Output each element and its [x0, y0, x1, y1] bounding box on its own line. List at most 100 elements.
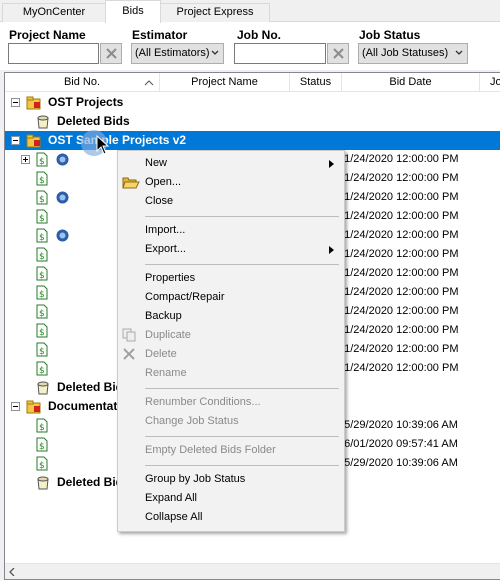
menu-label: Delete — [145, 348, 177, 360]
menu-item-change-job-status[interactable]: Change Job Status — [118, 412, 344, 431]
menu-item-empty-deleted-bids[interactable]: Empty Deleted Bids Folder — [118, 441, 344, 460]
menu-label: Properties — [145, 272, 196, 284]
menu-item-rename[interactable]: Rename — [118, 364, 344, 383]
bid-date: 01/24/2020 12:00:00 PM — [338, 210, 459, 222]
expand-toggle[interactable] — [21, 155, 30, 164]
estimator-select[interactable]: (All Estimators) — [131, 43, 224, 64]
bid-date: 01/24/2020 12:00:00 PM — [338, 267, 459, 279]
menu-item-backup[interactable]: Backup — [118, 307, 344, 326]
job-no-input[interactable] — [234, 43, 326, 64]
menu-item-close[interactable]: Close — [118, 192, 344, 211]
group-ost-sample-projects: OST Sample Projects v2 — [48, 133, 187, 147]
menu-item-import[interactable]: Import... — [118, 221, 344, 240]
bid-document-icon: $ — [36, 285, 48, 300]
svg-text:$: $ — [39, 233, 45, 243]
scroll-left-icon[interactable] — [9, 568, 15, 576]
column-bid-no[interactable]: Bid No. — [5, 73, 160, 92]
svg-text:$: $ — [39, 423, 45, 433]
menu-item-export[interactable]: Export... — [118, 240, 344, 259]
svg-text:$: $ — [39, 157, 45, 167]
bid-date: 01/24/2020 12:00:00 PM — [338, 229, 459, 241]
submenu-arrow-icon — [329, 246, 334, 254]
svg-text:$: $ — [39, 195, 45, 205]
tree-row-selected[interactable]: OST Sample Projects v2 — [5, 131, 500, 150]
column-job[interactable]: Jo — [480, 73, 500, 92]
job-status-value: (All Job Statuses) — [362, 47, 449, 59]
menu-label: Renumber Conditions... — [145, 396, 261, 408]
bid-date: 01/24/2020 12:00:00 PM — [338, 172, 459, 184]
bid-date: 01/24/2020 12:00:00 PM — [338, 248, 459, 260]
estimator-value: (All Estimators) — [135, 47, 210, 59]
menu-item-duplicate[interactable]: Duplicate — [118, 326, 344, 345]
menu-item-collapse-all[interactable]: Collapse All — [118, 508, 344, 527]
menu-item-compact-repair[interactable]: Compact/Repair — [118, 288, 344, 307]
collapse-toggle[interactable] — [11, 402, 20, 411]
horizontal-scrollbar[interactable] — [5, 563, 500, 579]
bid-date: 01/24/2020 12:00:00 PM — [338, 343, 459, 355]
menu-item-new[interactable]: New — [118, 154, 344, 173]
menu-label: Export... — [145, 243, 186, 255]
menu-item-delete[interactable]: Delete — [118, 345, 344, 364]
trash-bin-icon — [37, 381, 49, 395]
svg-text:$: $ — [39, 271, 45, 281]
bid-document-icon: $ — [36, 418, 48, 433]
tab-bar: MyOnCenter Bids Project Express — [0, 0, 500, 23]
bid-document-icon: $ — [36, 361, 48, 376]
bid-date: 06/01/2020 09:57:41 AM — [338, 438, 458, 450]
column-bid-date[interactable]: Bid Date — [342, 73, 480, 92]
bid-date: 01/24/2020 12:00:00 PM — [338, 153, 459, 165]
clear-icon — [106, 48, 117, 59]
menu-separator — [145, 465, 339, 466]
collapse-toggle[interactable] — [11, 136, 20, 145]
project-name-input[interactable] — [8, 43, 99, 64]
menu-item-group-by-job-status[interactable]: Group by Job Status — [118, 470, 344, 489]
column-status[interactable]: Status — [290, 73, 342, 92]
job-status-label: Job Status — [359, 28, 421, 42]
svg-text:$: $ — [39, 252, 45, 262]
filter-bar: Project Name Estimator (All Estimators) … — [0, 22, 500, 70]
chevron-down-icon — [455, 50, 463, 55]
bid-document-icon: $ — [36, 342, 48, 357]
estimator-label: Estimator — [132, 28, 188, 42]
bid-document-icon: $ — [36, 247, 48, 262]
duplicate-icon — [122, 328, 136, 342]
chevron-down-icon — [211, 50, 219, 55]
open-folder-icon — [122, 177, 140, 189]
svg-text:$: $ — [39, 328, 45, 338]
delete-icon — [123, 348, 135, 360]
collapse-toggle[interactable] — [11, 98, 20, 107]
menu-label: Collapse All — [145, 511, 203, 523]
bid-date: 01/24/2020 12:00:00 PM — [338, 286, 459, 298]
menu-label: Compact/Repair — [145, 291, 225, 303]
tab-project-express[interactable]: Project Express — [160, 3, 270, 22]
clear-job-no-button[interactable] — [327, 43, 349, 64]
menu-separator — [145, 388, 339, 389]
menu-label: Group by Job Status — [145, 473, 246, 485]
bid-document-icon: $ — [36, 152, 48, 167]
job-status-select[interactable]: (All Job Statuses) — [358, 43, 468, 64]
menu-item-renumber-conditions[interactable]: Renumber Conditions... — [118, 393, 344, 412]
tab-bids[interactable]: Bids — [105, 0, 161, 23]
menu-item-open[interactable]: Open... — [118, 173, 344, 192]
bid-document-icon: $ — [36, 456, 48, 471]
column-header-row: Bid No. Project Name Status Bid Date Jo — [5, 73, 500, 92]
menu-item-properties[interactable]: Properties — [118, 269, 344, 288]
bid-document-icon: $ — [36, 304, 48, 319]
deleted-bids-folder: Deleted Bids — [57, 114, 130, 128]
tree-row[interactable]: OST Projects — [5, 93, 500, 112]
column-project-name[interactable]: Project Name — [160, 73, 290, 92]
mouse-cursor-icon — [96, 135, 110, 155]
clear-project-name-button[interactable] — [100, 43, 122, 64]
menu-item-expand-all[interactable]: Expand All — [118, 489, 344, 508]
bid-document-icon: $ — [36, 437, 48, 452]
menu-separator — [145, 264, 339, 265]
tab-myoncenter[interactable]: MyOnCenter — [2, 3, 106, 22]
bid-document-icon: $ — [36, 266, 48, 281]
menu-label: Change Job Status — [145, 415, 239, 427]
trash-bin-icon — [37, 476, 49, 490]
svg-text:$: $ — [39, 442, 45, 452]
linked-status-icon — [56, 153, 69, 166]
tree-row[interactable]: Deleted Bids — [5, 112, 500, 131]
bid-date: 01/24/2020 12:00:00 PM — [338, 191, 459, 203]
clear-icon — [333, 48, 344, 59]
